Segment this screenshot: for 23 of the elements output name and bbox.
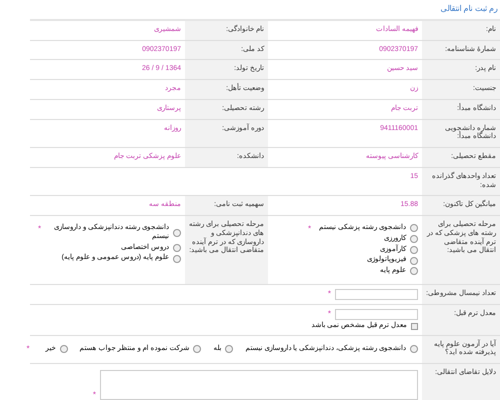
radio-button[interactable] [410, 235, 418, 244]
radio-button[interactable] [173, 228, 181, 237]
required-mark: * [37, 224, 42, 234]
required-mark: * [326, 289, 332, 300]
radio-button[interactable] [410, 246, 418, 254]
radio-button[interactable] [410, 267, 418, 276]
radio-button[interactable] [225, 345, 234, 354]
radio-button[interactable] [193, 345, 202, 354]
radio-button[interactable] [410, 256, 418, 265]
form-title: رم ثبت نام انتقالی [440, 4, 498, 13]
radio-button[interactable] [410, 224, 418, 232]
input-field[interactable] [335, 308, 418, 320]
radio-button[interactable] [60, 345, 68, 354]
checkbox[interactable] [411, 322, 418, 330]
radio-button[interactable] [173, 244, 181, 252]
text-area[interactable] [100, 370, 418, 400]
required-mark: * [26, 344, 31, 354]
required-mark: * [307, 224, 312, 234]
radio-button[interactable] [410, 345, 418, 354]
required-mark: * [92, 390, 97, 400]
required-mark: * [326, 309, 332, 320]
radio-button[interactable] [173, 254, 181, 263]
input-field[interactable] [335, 288, 418, 300]
